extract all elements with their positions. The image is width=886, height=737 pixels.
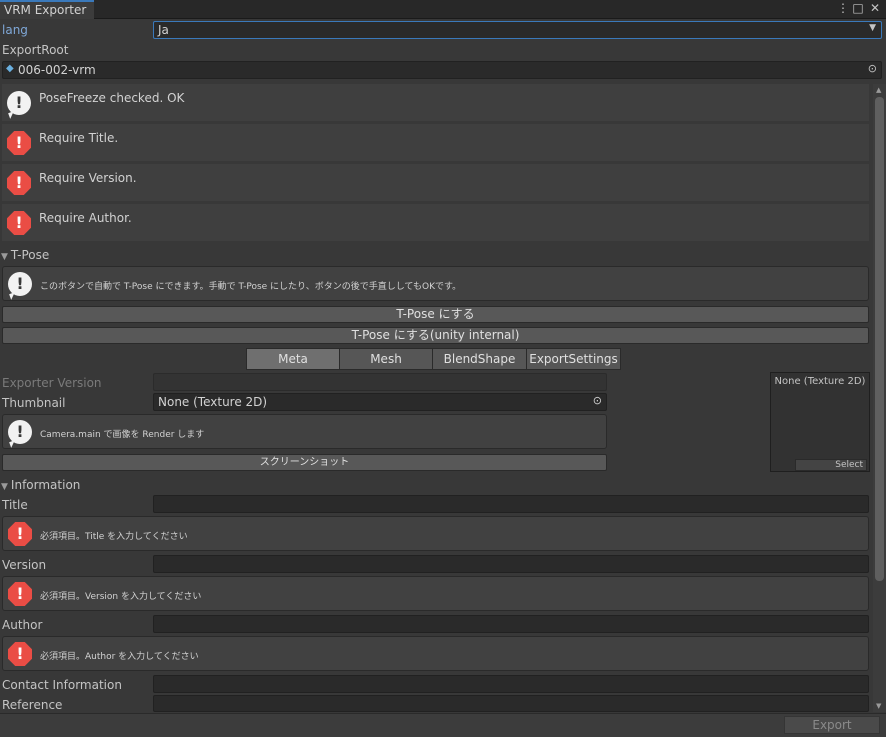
validation-message: ! Require Title.	[2, 124, 869, 161]
more-icon[interactable]: ⋮	[836, 1, 850, 15]
tab-title: VRM Exporter	[4, 3, 87, 17]
tpose-help-text: このボタンで自動で T-Pose にできます。手動で T-Pose にしたり、ボ…	[40, 282, 462, 292]
version-label: Version	[2, 558, 47, 572]
tpose-help-box: ! このボタンで自動で T-Pose にできます。手動で T-Pose にしたり…	[2, 266, 869, 301]
tab-blendshape[interactable]: BlendShape	[432, 348, 527, 370]
error-icon: !	[7, 131, 31, 155]
thumbnail-value: None (Texture 2D)	[158, 395, 268, 409]
thumbnail-help-text: Camera.main で画像を Render します	[40, 430, 205, 440]
preview-label: None (Texture 2D)	[774, 376, 866, 387]
export-root-value: 006-002-vrm	[18, 63, 96, 77]
error-icon: !	[8, 642, 32, 666]
validation-text: Require Author.	[39, 211, 132, 225]
window-tab-bar	[0, 0, 886, 19]
scroll-down-icon[interactable]: ▼	[876, 702, 881, 710]
foldout-arrow-icon: ▼	[1, 252, 8, 262]
reference-input[interactable]	[153, 695, 869, 712]
info-icon: !	[8, 272, 32, 296]
lang-dropdown[interactable]: Ja ▼	[153, 21, 882, 39]
exporter-version-label: Exporter Version	[2, 376, 102, 390]
information-header: Information	[10, 478, 81, 492]
title-input[interactable]	[153, 495, 869, 513]
contact-information-input[interactable]	[153, 675, 869, 693]
author-label: Author	[2, 618, 43, 632]
footer-bar	[0, 713, 886, 737]
error-icon: !	[7, 171, 31, 195]
author-error-box: ! 必須項目。Author を入力してください	[2, 636, 869, 671]
tpose-internal-button[interactable]: T-Pose にする(unity internal)	[2, 327, 869, 344]
tab-export-settings[interactable]: ExportSettings	[526, 348, 621, 370]
version-input[interactable]	[153, 555, 869, 573]
exporter-version-field	[153, 373, 607, 391]
error-icon: !	[8, 522, 32, 546]
validation-message: ! Require Author.	[2, 204, 869, 241]
scrollbar-thumb[interactable]	[875, 97, 884, 581]
chevron-down-icon: ▼	[869, 23, 876, 33]
screenshot-button[interactable]: スクリーンショット	[2, 454, 607, 471]
error-icon: !	[7, 211, 31, 235]
tab-meta[interactable]: Meta	[246, 348, 340, 370]
export-button[interactable]: Export	[784, 716, 880, 734]
version-error-box: ! 必須項目。Version を入力してください	[2, 576, 869, 611]
tab-mesh[interactable]: Mesh	[339, 348, 433, 370]
tpose-header: T-Pose	[10, 248, 50, 262]
title-label: Title	[2, 498, 28, 512]
validation-text: Require Title.	[39, 131, 119, 145]
tpose-button[interactable]: T-Pose にする	[2, 306, 869, 323]
validation-text: PoseFreeze checked. OK	[39, 91, 185, 105]
thumbnail-preview[interactable]: None (Texture 2D) Select	[770, 372, 870, 472]
version-error-text: 必須項目。Version を入力してください	[40, 592, 202, 602]
reference-label: Reference	[2, 698, 63, 712]
title-error-text: 必須項目。Title を入力してください	[40, 532, 188, 542]
contact-information-label: Contact Information	[2, 678, 122, 692]
lang-label: lang	[2, 23, 28, 37]
scroll-up-icon[interactable]: ▲	[876, 86, 881, 94]
info-icon: !	[7, 91, 31, 115]
foldout-arrow-icon: ▼	[1, 482, 8, 492]
thumbnail-label: Thumbnail	[2, 396, 66, 410]
preview-select-button[interactable]: Select	[795, 459, 867, 471]
validation-message: ! Require Version.	[2, 164, 869, 201]
maximize-icon[interactable]: □	[851, 1, 865, 15]
lang-value: Ja	[158, 23, 169, 37]
prefab-icon: ◆	[6, 63, 14, 74]
object-picker-icon[interactable]: ⊙	[593, 394, 602, 407]
object-picker-icon[interactable]: ⊙	[868, 62, 877, 75]
error-icon: !	[8, 582, 32, 606]
validation-message: ! PoseFreeze checked. OK	[2, 84, 869, 121]
validation-text: Require Version.	[39, 171, 137, 185]
info-icon: !	[8, 420, 32, 444]
tab-vrm-exporter[interactable]: VRM Exporter	[0, 0, 94, 19]
close-icon[interactable]: ✕	[868, 1, 882, 15]
export-root-label: ExportRoot	[2, 43, 69, 57]
tpose-foldout[interactable]: ▼ T-Pose	[1, 248, 49, 262]
author-error-text: 必須項目。Author を入力してください	[40, 652, 199, 662]
export-root-field[interactable]: ◆ 006-002-vrm ⊙	[2, 61, 882, 79]
information-foldout[interactable]: ▼ Information	[1, 478, 80, 492]
author-input[interactable]	[153, 615, 869, 633]
thumbnail-field[interactable]: None (Texture 2D) ⊙	[153, 393, 607, 411]
title-error-box: ! 必須項目。Title を入力してください	[2, 516, 869, 551]
thumbnail-help-box: ! Camera.main で画像を Render します	[2, 414, 607, 449]
